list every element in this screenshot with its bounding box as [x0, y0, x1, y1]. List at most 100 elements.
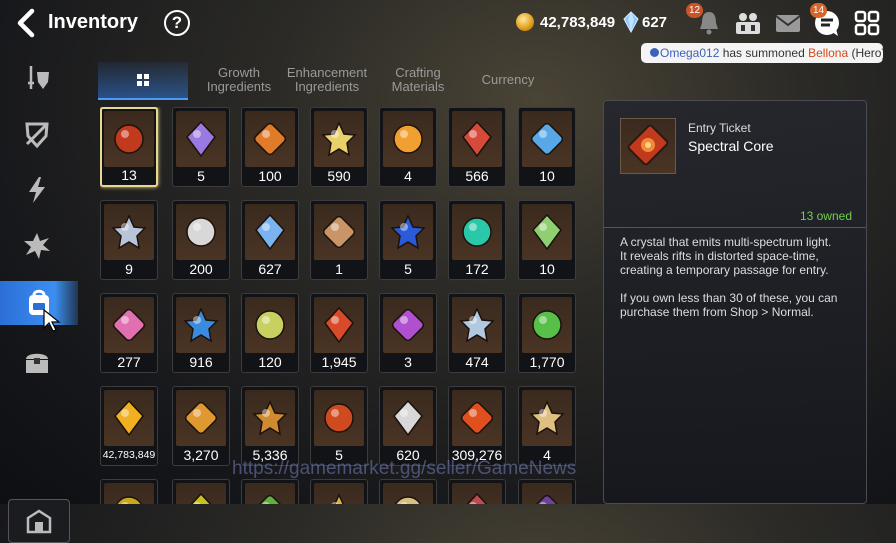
chat-suffix: (Hero)	[848, 46, 883, 60]
item-count: 3	[404, 354, 412, 370]
item-slot[interactable]: 200	[172, 200, 230, 280]
item-icon	[245, 204, 295, 260]
tab-growth-ingredients[interactable]: Growth Ingredients	[194, 62, 284, 98]
item-slot[interactable]: 9	[100, 200, 158, 280]
item-slot[interactable]: 590	[310, 107, 368, 187]
item-icon	[522, 297, 572, 353]
item-slot[interactable]: 277	[100, 293, 158, 373]
item-slot[interactable]: 620	[379, 386, 437, 466]
sidebar-item-artifacts[interactable]	[12, 168, 62, 212]
item-icon	[104, 297, 154, 353]
friends-icon[interactable]	[733, 8, 763, 38]
item-slot[interactable]: 5,336	[241, 386, 299, 466]
item-slot[interactable]: 3	[379, 293, 437, 373]
item-slot[interactable]: 100	[241, 107, 299, 187]
item-slot[interactable]: 13	[100, 107, 158, 187]
item-icon	[383, 204, 433, 260]
item-slot[interactable]: 5	[172, 107, 230, 187]
item-slot[interactable]: 120	[241, 293, 299, 373]
item-icon	[522, 111, 572, 167]
item-slot[interactable]: 916	[172, 293, 230, 373]
item-icon	[176, 297, 226, 353]
item-slot[interactable]: 1	[310, 200, 368, 280]
item-slot[interactable]: 5	[310, 386, 368, 466]
item-icon	[245, 483, 295, 504]
menu-grid-icon[interactable]	[852, 8, 882, 38]
item-detail-panel: Entry Ticket Spectral Core 13 owned A cr…	[603, 100, 867, 504]
item-count: 13	[121, 167, 137, 183]
notification-badge: 12	[686, 3, 704, 18]
item-slot[interactable]: 309,276	[448, 386, 506, 466]
item-slot[interactable]: 10	[518, 200, 576, 280]
tab-crafting-materials[interactable]: Crafting Materials	[373, 62, 463, 98]
store-icon	[26, 509, 52, 534]
mail-icon[interactable]	[773, 8, 803, 38]
item-count: 9	[125, 261, 133, 277]
item-icon	[383, 297, 433, 353]
item-slot[interactable]	[518, 479, 576, 504]
mouse-cursor-icon	[43, 308, 61, 332]
store-button[interactable]	[8, 499, 70, 543]
tab-currency[interactable]: Currency	[463, 62, 553, 98]
item-slot[interactable]: 3,270	[172, 386, 230, 466]
back-button[interactable]	[12, 8, 40, 38]
sidebar-item-gear[interactable]	[12, 56, 62, 100]
item-count: 277	[117, 354, 141, 370]
item-count: 566	[465, 168, 489, 184]
tab-enhancement-ingredients[interactable]: Enhancement Ingredients	[282, 62, 372, 98]
item-slot[interactable]: 5	[379, 200, 437, 280]
item-icon	[176, 111, 226, 167]
help-button[interactable]: ?	[164, 10, 190, 36]
item-icon	[522, 204, 572, 260]
sword-shield-icon	[28, 66, 49, 89]
item-slot[interactable]	[448, 479, 506, 504]
item-icon	[522, 483, 572, 504]
item-icon	[452, 297, 502, 353]
tab-label: Currency	[481, 72, 535, 87]
item-slot[interactable]	[241, 479, 299, 504]
item-icon	[314, 204, 364, 260]
item-slot[interactable]	[172, 479, 230, 504]
item-slot[interactable]	[100, 479, 158, 504]
item-icon	[245, 390, 295, 446]
item-count: 590	[327, 168, 351, 184]
gold-icon	[516, 13, 534, 31]
lightning-icon	[29, 177, 45, 203]
gold-amount: 42,783,849	[540, 14, 616, 31]
item-icon	[452, 111, 502, 167]
item-count: 1	[335, 261, 343, 277]
sidebar-item-skills[interactable]	[12, 224, 62, 268]
item-slot[interactable]: 566	[448, 107, 506, 187]
item-icon	[452, 483, 502, 504]
item-slot[interactable]: 1,945	[310, 293, 368, 373]
item-slot[interactable]: 474	[448, 293, 506, 373]
item-category: Entry Ticket	[688, 121, 751, 135]
grid-icon	[137, 74, 149, 86]
item-count: 5	[404, 261, 412, 277]
item-slot[interactable]	[379, 479, 437, 504]
sidebar-item-materials[interactable]	[0, 281, 78, 325]
item-icon	[176, 390, 226, 446]
owned-count: 13 owned	[799, 209, 852, 223]
item-count: 10	[539, 261, 555, 277]
item-slot[interactable]: 627	[241, 200, 299, 280]
tab-all[interactable]	[98, 62, 188, 100]
item-slot[interactable]: 1,770	[518, 293, 576, 373]
item-slot[interactable]: 10	[518, 107, 576, 187]
item-slot[interactable]: 4	[518, 386, 576, 466]
item-slot[interactable]: 42,783,849	[100, 386, 158, 466]
item-count: 1,945	[321, 354, 357, 370]
sidebar-item-chests[interactable]	[12, 340, 62, 384]
item-slot[interactable]: 4	[379, 107, 437, 187]
sidebar-item-armor[interactable]	[12, 112, 62, 156]
selected-item-icon	[620, 118, 676, 174]
item-count: 120	[258, 354, 282, 370]
chat-notification[interactable]: Omega012 has summoned Bellona (Hero)	[641, 43, 883, 63]
divider	[604, 227, 866, 228]
crystal-amount: 627	[642, 14, 668, 31]
chat-text: has summoned	[719, 46, 809, 60]
item-icon	[245, 111, 295, 167]
item-slot[interactable]	[310, 479, 368, 504]
item-slot[interactable]: 172	[448, 200, 506, 280]
item-count: 627	[258, 261, 282, 277]
